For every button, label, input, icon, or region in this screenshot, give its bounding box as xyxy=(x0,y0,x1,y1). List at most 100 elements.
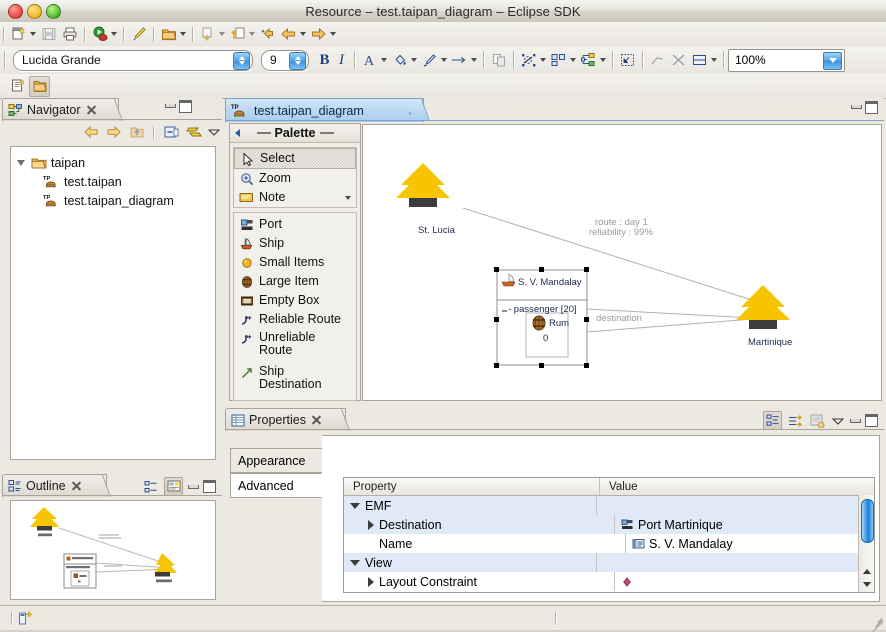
router-oblique-icon[interactable] xyxy=(648,51,667,70)
run-icon[interactable] xyxy=(90,25,109,44)
bold-button[interactable]: B xyxy=(316,52,333,69)
outline-tree-view-icon[interactable] xyxy=(143,479,159,495)
font-size-stepper[interactable] xyxy=(289,51,306,70)
table-row[interactable]: EMF xyxy=(344,496,874,515)
arrow-type-dropdown-icon[interactable] xyxy=(470,52,478,68)
show-advanced-icon[interactable] xyxy=(787,412,804,429)
palette-element-reliable-route[interactable]: Reliable Route xyxy=(234,310,356,329)
outline-thumbnail-view-icon[interactable] xyxy=(164,477,183,496)
minimize-icon[interactable] xyxy=(187,481,200,493)
open-resource-dropdown-icon[interactable] xyxy=(179,26,187,42)
router-rectilinear-icon[interactable] xyxy=(669,51,688,70)
zoom-button[interactable] xyxy=(46,4,61,19)
last-edit-location-icon[interactable] xyxy=(258,25,277,44)
align-icon[interactable] xyxy=(549,51,568,70)
router-tree-dropdown-icon[interactable] xyxy=(710,52,718,68)
italic-button[interactable]: I xyxy=(333,52,350,69)
palette-tool-select[interactable]: Select xyxy=(234,148,356,169)
maximize-icon[interactable] xyxy=(865,100,878,114)
expander-right-icon[interactable] xyxy=(368,519,374,530)
new-folder-icon[interactable] xyxy=(29,75,50,97)
minimize-button[interactable] xyxy=(27,4,42,19)
print-icon[interactable] xyxy=(60,25,79,44)
maximize-icon[interactable] xyxy=(203,480,216,493)
up-icon[interactable] xyxy=(127,123,146,142)
palette-element-empty-box[interactable]: Empty Box xyxy=(234,291,356,310)
properties-tab-advanced[interactable]: Advanced xyxy=(230,473,322,498)
expander-icon[interactable] xyxy=(17,159,25,166)
forward-icon[interactable] xyxy=(104,123,123,142)
palette-header[interactable]: Palette xyxy=(230,124,360,143)
maximize-icon[interactable] xyxy=(179,99,192,113)
minimize-icon[interactable] xyxy=(850,101,863,113)
back-icon[interactable] xyxy=(279,25,298,44)
forward-dropdown-icon[interactable] xyxy=(329,26,337,42)
maximize-icon[interactable] xyxy=(865,414,878,427)
properties-tab-appearance[interactable]: Appearance xyxy=(230,448,322,473)
fill-color-icon[interactable] xyxy=(390,51,409,70)
palette-element-small-items[interactable]: Small Items xyxy=(234,253,356,272)
show-categories-icon[interactable] xyxy=(763,411,782,430)
view-menu-icon[interactable] xyxy=(207,123,221,142)
open-resource-icon[interactable] xyxy=(159,25,178,44)
close-icon[interactable] xyxy=(71,481,82,492)
new-file-icon[interactable] xyxy=(8,77,27,96)
palette-element-port[interactable]: Port xyxy=(234,215,356,234)
next-annotation-icon[interactable] xyxy=(198,25,217,44)
zoom-dropdown-icon[interactable] xyxy=(823,51,842,70)
table-row[interactable]: Layout Constraint xyxy=(344,572,874,591)
distribute-icon[interactable] xyxy=(579,51,598,70)
table-row[interactable]: View xyxy=(344,553,874,572)
outline-thumbnail[interactable] xyxy=(10,500,216,600)
fill-color-dropdown-icon[interactable] xyxy=(410,52,418,68)
properties-table[interactable]: Property Value EMF Destination Port Mart… xyxy=(343,477,875,593)
next-annotation-dropdown-icon[interactable] xyxy=(218,26,226,42)
select-elements-dropdown-icon[interactable] xyxy=(539,52,547,68)
close-icon[interactable] xyxy=(311,415,322,426)
properties-scrollbar[interactable] xyxy=(858,495,874,592)
expander-down-icon[interactable] xyxy=(350,502,360,509)
restore-default-size-icon[interactable] xyxy=(489,51,508,70)
zoom-combo[interactable]: 100% xyxy=(728,48,845,72)
back-icon[interactable] xyxy=(81,123,100,142)
close-button[interactable] xyxy=(8,4,23,19)
palette-collapse-icon[interactable] xyxy=(235,129,240,137)
collapse-all-icon[interactable] xyxy=(161,123,180,142)
palette-tool-note[interactable]: Note xyxy=(234,188,356,207)
tree-item-taipan[interactable]: taipan xyxy=(11,153,215,172)
run-dropdown-icon[interactable] xyxy=(110,26,118,42)
save-icon[interactable] xyxy=(39,25,58,44)
back-dropdown-icon[interactable] xyxy=(299,26,307,42)
restore-default-icon[interactable] xyxy=(809,412,826,429)
diagram-canvas[interactable]: St. Lucia Martinique route : day 1 relia… xyxy=(362,124,882,401)
new-wizard-dropdown-icon[interactable] xyxy=(29,26,37,42)
font-size-combo[interactable]: 9 xyxy=(261,49,309,71)
auto-size-icon[interactable] xyxy=(618,51,637,70)
distribute-dropdown-icon[interactable] xyxy=(599,52,607,68)
table-row[interactable]: Name S. V. Mandalay xyxy=(344,534,874,553)
scroll-down-icon[interactable] xyxy=(861,579,872,590)
font-family-stepper[interactable] xyxy=(233,51,250,70)
minimize-icon[interactable] xyxy=(849,415,862,427)
line-color-dropdown-icon[interactable] xyxy=(440,52,448,68)
palette-tool-zoom[interactable]: Zoom xyxy=(234,169,356,188)
arrow-type-icon[interactable] xyxy=(450,51,469,70)
scrollbar-thumb[interactable] xyxy=(861,499,874,543)
font-color-dropdown-icon[interactable] xyxy=(380,52,388,68)
minimize-icon[interactable] xyxy=(164,100,177,112)
editor-tab[interactable]: TP test.taipan_diagram xyxy=(225,98,424,122)
align-dropdown-icon[interactable] xyxy=(569,52,577,68)
debug-pen-icon[interactable] xyxy=(129,25,148,44)
palette-element-unreliable-route[interactable]: Unreliable Route xyxy=(234,329,356,363)
palette-element-ship[interactable]: Ship xyxy=(234,234,356,253)
palette-element-large-item[interactable]: Large Item xyxy=(234,272,356,291)
line-color-icon[interactable] xyxy=(420,51,439,70)
router-tree-icon[interactable] xyxy=(690,51,709,70)
link-with-editor-icon[interactable] xyxy=(184,123,203,142)
font-family-combo[interactable]: Lucida Grande xyxy=(13,49,253,71)
navigator-tree[interactable]: taipan TP test.taipan TP test.taipan_dia… xyxy=(10,146,216,460)
view-menu-icon[interactable] xyxy=(831,414,845,428)
close-icon[interactable] xyxy=(86,105,97,116)
new-wizard-icon[interactable] xyxy=(9,25,28,44)
forward-icon[interactable] xyxy=(309,25,328,44)
